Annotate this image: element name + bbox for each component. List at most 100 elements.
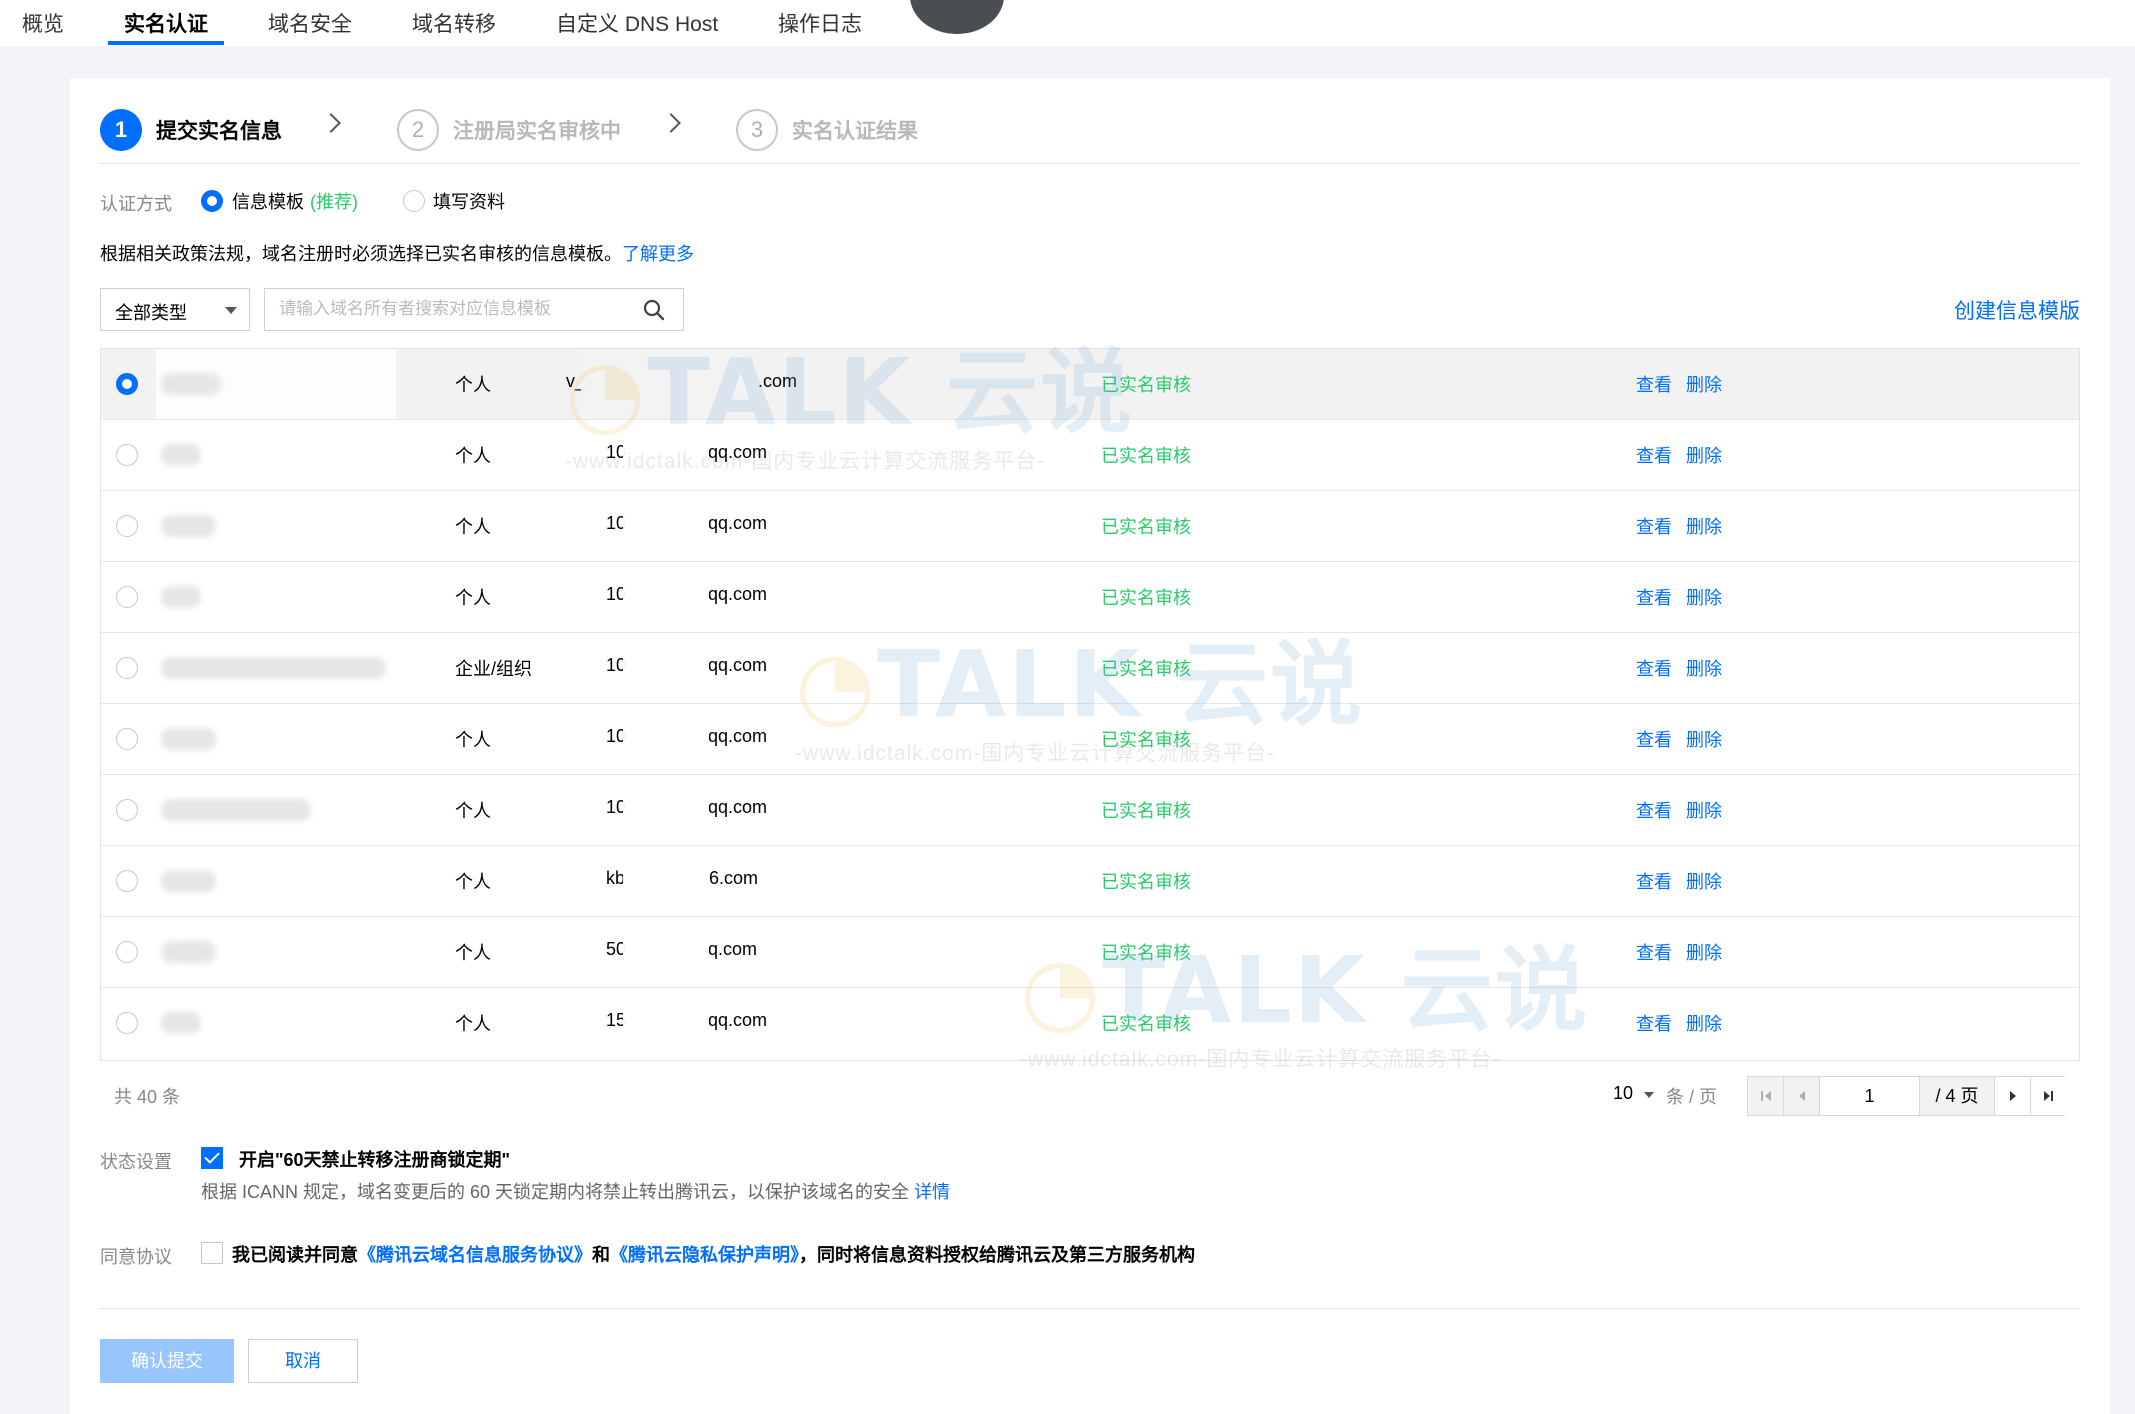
first-page-button[interactable] [1748, 1077, 1784, 1115]
row-email-suffix: qq.com [708, 726, 768, 746]
redacted-email [623, 846, 709, 916]
lock-period-desc: 根据 ICANN 规定，域名变更后的 60 天锁定期内将禁止转出腾讯云，以保护该… [201, 1182, 951, 1202]
row-radio[interactable] [116, 1012, 138, 1034]
redacted-email [623, 420, 709, 490]
table-row[interactable]: 企业/组织 10 qq.com 已实名审核 查看 删除 [101, 633, 2079, 704]
page-input[interactable]: 1 [1820, 1077, 1920, 1115]
tab-overview[interactable]: 概览 [22, 8, 64, 38]
type-select[interactable]: 全部类型 [100, 288, 250, 331]
pager: 1 / 4 页 [1747, 1076, 2066, 1116]
view-link[interactable]: 查看 [1636, 584, 1672, 610]
table-row[interactable]: 个人 kb 6.com 已实名审核 查看 删除 [101, 846, 2079, 917]
template-table: 个人 v_ .com 已实名审核 查看 删除 个人 10 qq.com 已实名审… [100, 348, 2080, 1061]
page-size-select[interactable]: 10 [1613, 1083, 1633, 1104]
table-row[interactable]: 个人 10 qq.com 已实名审核 查看 删除 [101, 491, 2079, 562]
tab-domain-security[interactable]: 域名安全 [268, 8, 352, 38]
row-status: 已实名审核 [1101, 730, 1191, 750]
delete-link[interactable]: 删除 [1686, 442, 1722, 468]
recommend-tag: (推荐) [310, 192, 358, 212]
tab-operation-log[interactable]: 操作日志 [778, 8, 862, 38]
delete-link[interactable]: 删除 [1686, 797, 1722, 823]
active-tab-indicator [108, 41, 224, 45]
chevron-right-icon [321, 113, 341, 133]
view-link[interactable]: 查看 [1636, 797, 1672, 823]
page-size-unit: 条 / 页 [1666, 1087, 1718, 1107]
next-page-button[interactable] [1994, 1077, 2030, 1115]
search-input[interactable] [279, 299, 619, 319]
row-email-suffix: qq.com [708, 655, 768, 675]
view-link[interactable]: 查看 [1636, 655, 1672, 681]
row-type: 个人 [455, 943, 491, 963]
row-radio[interactable] [116, 799, 138, 821]
radio-fill-info[interactable] [403, 190, 425, 212]
table-row[interactable]: 个人 10 qq.com 已实名审核 查看 删除 [101, 420, 2079, 491]
row-status: 已实名审核 [1101, 375, 1191, 395]
agreement-label: 同意协议 [100, 1247, 172, 1267]
table-row[interactable]: 个人 10 qq.com 已实名审核 查看 删除 [101, 775, 2079, 846]
view-link[interactable]: 查看 [1636, 726, 1672, 752]
delete-link[interactable]: 删除 [1686, 513, 1722, 539]
redacted-name [156, 420, 396, 490]
details-link[interactable]: 详情 [914, 1182, 950, 1202]
service-agreement-link[interactable]: 《腾讯云域名信息服务协议》 [358, 1245, 592, 1265]
delete-link[interactable]: 删除 [1686, 1010, 1722, 1036]
step-1: 1 提交实名信息 [100, 108, 282, 152]
delete-link[interactable]: 删除 [1686, 584, 1722, 610]
chevron-down-icon[interactable] [1644, 1092, 1654, 1098]
delete-link[interactable]: 删除 [1686, 726, 1722, 752]
view-link[interactable]: 查看 [1636, 1010, 1672, 1036]
floating-action-button[interactable] [910, 0, 1004, 34]
last-page-button[interactable] [2030, 1077, 2066, 1115]
delete-link[interactable]: 删除 [1686, 939, 1722, 965]
view-link[interactable]: 查看 [1636, 939, 1672, 965]
table-row[interactable]: 个人 v_ .com 已实名审核 查看 删除 [101, 349, 2079, 420]
row-radio[interactable] [116, 586, 138, 608]
search-icon[interactable] [643, 299, 665, 321]
row-type: 个人 [455, 872, 491, 892]
table-row[interactable]: 个人 15 qq.com 已实名审核 查看 删除 [101, 988, 2079, 1059]
view-link[interactable]: 查看 [1636, 868, 1672, 894]
redacted-email [623, 704, 709, 774]
agreement-checkbox[interactable] [201, 1242, 223, 1264]
row-status: 已实名审核 [1101, 517, 1191, 537]
tab-domain-transfer[interactable]: 域名转移 [412, 8, 496, 38]
cancel-button[interactable]: 取消 [248, 1339, 358, 1383]
redacted-email [623, 917, 709, 987]
search-box [264, 288, 684, 331]
redacted-name [156, 917, 396, 987]
row-status: 已实名审核 [1101, 801, 1191, 821]
privacy-statement-link[interactable]: 《腾讯云隐私保护声明》 [610, 1245, 799, 1265]
first-page-icon [1761, 1091, 1763, 1101]
table-row[interactable]: 个人 10 qq.com 已实名审核 查看 删除 [101, 704, 2079, 775]
submit-button[interactable]: 确认提交 [100, 1339, 234, 1383]
step-1-label: 提交实名信息 [156, 120, 282, 143]
redacted-email [623, 491, 709, 561]
row-radio[interactable] [116, 941, 138, 963]
row-radio[interactable] [116, 444, 138, 466]
row-radio[interactable] [116, 515, 138, 537]
tab-real-name[interactable]: 实名认证 [124, 8, 208, 38]
view-link[interactable]: 查看 [1636, 442, 1672, 468]
delete-link[interactable]: 删除 [1686, 868, 1722, 894]
row-status: 已实名审核 [1101, 446, 1191, 466]
row-radio[interactable] [116, 728, 138, 750]
table-row[interactable]: 个人 50 q.com 已实名审核 查看 删除 [101, 917, 2079, 988]
view-link[interactable]: 查看 [1636, 513, 1672, 539]
view-link[interactable]: 查看 [1636, 371, 1672, 397]
learn-more-link[interactable]: 了解更多 [622, 244, 694, 264]
row-email-suffix: .com [758, 371, 798, 391]
lock-period-checkbox[interactable] [201, 1147, 223, 1169]
delete-link[interactable]: 删除 [1686, 655, 1722, 681]
radio-template-label[interactable]: 信息模板 (推荐) [232, 188, 358, 214]
row-radio[interactable] [116, 373, 138, 395]
radio-template[interactable] [201, 190, 223, 212]
delete-link[interactable]: 删除 [1686, 371, 1722, 397]
table-row[interactable]: 个人 10 qq.com 已实名审核 查看 删除 [101, 562, 2079, 633]
prev-page-button[interactable] [1784, 1077, 1820, 1115]
row-radio[interactable] [116, 870, 138, 892]
radio-fill-info-label[interactable]: 填写资料 [433, 188, 505, 214]
row-radio[interactable] [116, 657, 138, 679]
row-email-suffix: qq.com [708, 797, 768, 817]
create-template-link[interactable]: 创建信息模版 [1954, 295, 2080, 325]
tab-custom-dns-host[interactable]: 自定义 DNS Host [556, 8, 718, 38]
